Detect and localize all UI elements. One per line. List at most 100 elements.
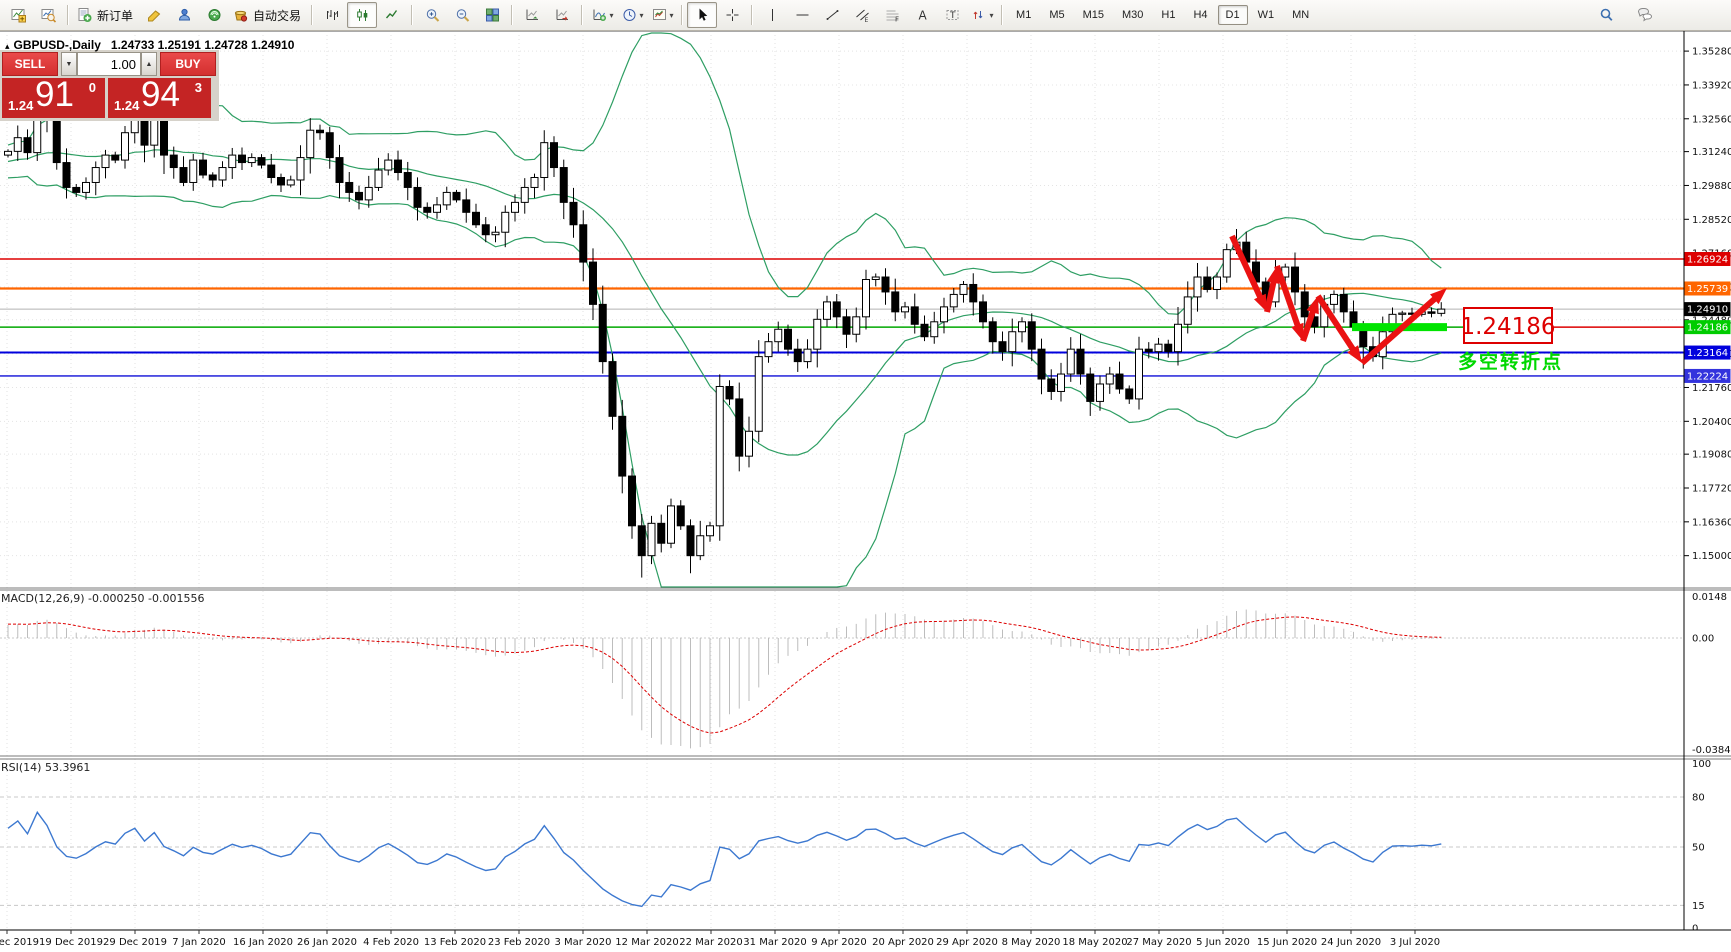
autotrading-button[interactable]: 自动交易 — [229, 2, 307, 28]
svg-text:16 Jan 2020: 16 Jan 2020 — [233, 937, 293, 948]
label-icon: T — [944, 7, 961, 23]
svg-text:1.23164: 1.23164 — [1687, 348, 1728, 359]
buy-price-display[interactable]: 1.24 94 3 — [108, 75, 211, 118]
metaeditor-button[interactable] — [139, 2, 169, 28]
zoom-out-icon — [454, 7, 471, 23]
toolbar: 新订单 自动交易 ▾ ▾ ▾ E F A T ▾ M1 M5 M15 M30 H1 H4 D1 W1 MN — [0, 0, 1731, 31]
dropdown-caret-icon[interactable]: ▾ — [640, 11, 644, 20]
chart-shift-button[interactable] — [547, 2, 577, 28]
cursor-icon — [694, 7, 711, 23]
horizontal-lines[interactable] — [0, 258, 1684, 377]
bar-chart-button[interactable] — [317, 2, 347, 28]
svg-text:1.28520: 1.28520 — [1692, 215, 1731, 226]
periods-icon — [621, 7, 638, 23]
tile-windows-button[interactable] — [477, 2, 507, 28]
svg-text:9 Apr 2020: 9 Apr 2020 — [811, 937, 866, 948]
community-button[interactable] — [169, 2, 199, 28]
cursor-button[interactable] — [687, 2, 718, 28]
dropdown-caret-icon[interactable]: ▾ — [990, 11, 994, 20]
time-axis[interactable]: 10 Dec 201919 Dec 201929 Dec 2019 7 Jan 2… — [0, 929, 1731, 952]
volume-input[interactable] — [77, 52, 141, 76]
chart-window[interactable]: 1.24186 多空转折点 MACD(12,26,9) -0.000250 -0.0… — [0, 31, 1731, 952]
svg-text:27 May 2020: 27 May 2020 — [1126, 937, 1191, 948]
profiles-button[interactable] — [33, 2, 63, 28]
hline-icon — [794, 7, 811, 23]
zoom-in-icon — [424, 7, 441, 23]
svg-text:18 May 2020: 18 May 2020 — [1062, 937, 1127, 948]
buy-price-sup: 3 — [194, 80, 202, 95]
crosshair-button[interactable] — [717, 2, 747, 28]
timeframe-d1[interactable]: D1 — [1217, 5, 1248, 25]
svg-text:1.26924: 1.26924 — [1687, 255, 1728, 266]
timeframe-m30[interactable]: M30 — [1114, 5, 1151, 25]
svg-text:5 Jun 2020: 5 Jun 2020 — [1196, 937, 1250, 948]
svg-text:26 Jan 2020: 26 Jan 2020 — [297, 937, 357, 948]
channel-icon: E — [854, 7, 871, 23]
new-chart-icon — [10, 7, 27, 23]
new-order-label: 新订单 — [97, 8, 134, 23]
sell-button[interactable]: SELL — [2, 52, 58, 76]
svg-text:24 Jun 2020: 24 Jun 2020 — [1321, 937, 1381, 948]
new-order-button[interactable]: 新订单 — [73, 2, 139, 28]
fibonacci-button[interactable]: F — [877, 2, 907, 28]
svg-text:1.19080: 1.19080 — [1692, 450, 1731, 461]
timeframe-m15[interactable]: M15 — [1075, 5, 1112, 25]
new-chart-button[interactable] — [3, 2, 33, 28]
svg-text:1.33920: 1.33920 — [1692, 80, 1731, 91]
svg-text:15 Jun 2020: 15 Jun 2020 — [1257, 937, 1317, 948]
timeframe-m1[interactable]: M1 — [1008, 5, 1039, 25]
timeframe-mn[interactable]: MN — [1284, 5, 1317, 25]
macd-label: MACD(12,26,9) -0.000250 -0.001556 — [1, 592, 204, 605]
zoom-in-button[interactable] — [417, 2, 447, 28]
dropdown-caret-icon[interactable]: ▾ — [610, 11, 614, 20]
signals-button[interactable] — [199, 2, 229, 28]
timeframe-h4[interactable]: H4 — [1185, 5, 1215, 25]
price-callout-text: 1.24186 — [1460, 314, 1555, 340]
vline-button[interactable] — [757, 2, 787, 28]
fibonacci-icon: F — [884, 7, 901, 23]
candlestick-chart-button[interactable] — [347, 2, 378, 28]
timeframe-w1[interactable]: W1 — [1250, 5, 1283, 25]
search-button[interactable] — [1591, 2, 1621, 28]
chart-canvas[interactable]: 1.24186 多空转折点 MACD(12,26,9) -0.000250 -0.0… — [0, 31, 1731, 952]
autoscroll-button[interactable] — [517, 2, 547, 28]
bollinger-bands — [7, 32, 1442, 588]
label-button[interactable]: T — [937, 2, 967, 28]
timeframe-m5[interactable]: M5 — [1041, 5, 1072, 25]
arrows-icon — [971, 7, 988, 23]
bar-chart-icon — [324, 7, 341, 23]
pane-separators — [0, 31, 1731, 930]
dropdown-caret-icon[interactable]: ▾ — [670, 11, 674, 20]
volume-decrease-button[interactable]: ▼ — [61, 52, 77, 76]
buy-button[interactable]: BUY — [160, 52, 216, 76]
svg-text:15: 15 — [1692, 901, 1705, 912]
svg-text:100: 100 — [1692, 759, 1711, 770]
chat-button[interactable] — [1629, 2, 1659, 28]
cn-note-text[interactable]: 多空转折点 — [1458, 350, 1563, 373]
svg-text:29 Dec 2019: 29 Dec 2019 — [103, 937, 167, 948]
templates-button[interactable]: ▾ — [647, 2, 677, 28]
svg-text:19 Dec 2019: 19 Dec 2019 — [39, 937, 103, 948]
macd-pane: MACD(12,26,9) -0.000250 -0.001556 — [0, 592, 1684, 749]
svg-text:4 Feb 2020: 4 Feb 2020 — [363, 937, 419, 948]
line-chart-button[interactable] — [377, 2, 407, 28]
hline-button[interactable] — [787, 2, 817, 28]
channel-button[interactable]: E — [847, 2, 877, 28]
trendline-button[interactable] — [817, 2, 847, 28]
svg-text:-0.038415: -0.038415 — [1692, 745, 1731, 756]
sell-price-sup: 0 — [88, 80, 96, 95]
indicators-button[interactable]: ▾ — [587, 2, 617, 28]
toolbar-right-icons — [1591, 2, 1659, 28]
volume-increase-button[interactable]: ▲ — [141, 52, 157, 76]
toolbar-separator — [411, 5, 414, 25]
periods-button[interactable]: ▾ — [617, 2, 647, 28]
svg-text:3 Jul 2020: 3 Jul 2020 — [1390, 937, 1440, 948]
sell-price-display[interactable]: 1.24 91 0 — [2, 75, 105, 118]
buy-price-main: 1.24 — [114, 98, 140, 113]
sell-price-main: 1.24 — [8, 98, 34, 113]
symbol-marker-icon: ▴ — [5, 41, 10, 51]
timeframe-h1[interactable]: H1 — [1153, 5, 1183, 25]
text-button[interactable]: A — [907, 2, 937, 28]
zoom-out-button[interactable] — [447, 2, 477, 28]
arrows-button[interactable]: ▾ — [967, 2, 997, 28]
